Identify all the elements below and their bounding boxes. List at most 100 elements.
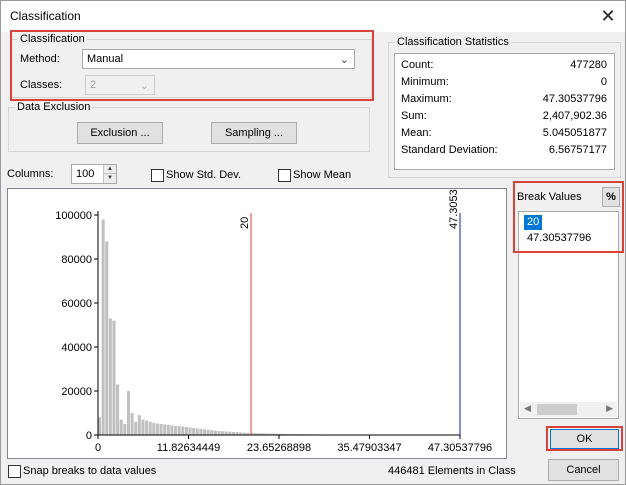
histogram-bar: [134, 421, 138, 435]
stat-key: Count:: [401, 59, 434, 71]
method-dropdown[interactable]: Manual ⌄: [82, 49, 355, 69]
show-mean-label: Show Mean: [293, 169, 352, 181]
stat-key: Mean:: [401, 127, 432, 139]
histogram-bar: [105, 241, 109, 435]
y-tick-label: 100000: [55, 210, 92, 222]
histogram-bar: [126, 391, 130, 435]
histogram-bar: [145, 420, 149, 435]
histogram-bar: [192, 427, 196, 435]
histogram-bar: [148, 421, 152, 435]
histogram-bar: [210, 430, 214, 435]
window-title: Classification: [10, 9, 81, 23]
stat-key: Minimum:: [401, 76, 449, 88]
histogram-bar: [206, 429, 210, 435]
y-tick-label: 0: [86, 430, 92, 442]
scrollbar-thumb[interactable]: [537, 404, 577, 415]
columns-stepper[interactable]: 100 ▲ ▼: [71, 164, 117, 184]
classification-dialog: Classification ✕ Classification Method: …: [0, 0, 626, 485]
histogram-bar: [224, 431, 228, 435]
break-value-item[interactable]: 20: [524, 215, 543, 230]
x-tick-label: 23.65268898: [247, 442, 311, 454]
histogram-bar: [188, 427, 192, 435]
classes-value: 2: [90, 79, 97, 91]
y-tick-label: 60000: [61, 298, 92, 310]
stat-row: Sum: 2,407,902.36: [401, 110, 607, 126]
histogram-bar: [159, 424, 163, 435]
x-tick-label: 35.47903347: [337, 442, 401, 454]
scroll-right-icon[interactable]: ▶: [606, 403, 613, 414]
snap-breaks-checkbox[interactable]: [8, 465, 21, 478]
histogram-bar: [221, 431, 225, 435]
chevron-down-icon: ⌄: [139, 80, 149, 92]
stat-row: Minimum: 0: [401, 76, 607, 92]
histogram-bar: [130, 413, 134, 435]
histogram-bar: [155, 423, 159, 435]
sampling-button[interactable]: Sampling ...: [211, 122, 297, 144]
stat-row: Maximum: 47.30537796: [401, 93, 607, 109]
histogram-bar: [108, 318, 112, 435]
histogram-bar: [195, 428, 199, 435]
title-bar: Classification ✕: [1, 1, 625, 32]
stat-row: Mean: 5.045051877: [401, 127, 607, 143]
horizontal-scrollbar[interactable]: ◀ ▶: [520, 402, 617, 417]
stat-key: Sum:: [401, 110, 427, 122]
elements-in-class-text: 446481 Elements in Class: [388, 465, 516, 477]
percent-button[interactable]: %: [602, 187, 620, 207]
histogram-bar: [101, 219, 105, 435]
histogram-bar: [137, 415, 141, 435]
scroll-left-icon[interactable]: ◀: [524, 403, 531, 414]
histogram-bar: [177, 426, 181, 435]
histogram-bar: [123, 424, 127, 435]
data-exclusion-group-label: Data Exclusion: [15, 101, 93, 113]
histogram-chart[interactable]: 0 20000 40000 60000 80000 100000 0 11.82634449 2…: [8, 189, 506, 458]
show-std-dev-checkbox[interactable]: [151, 169, 164, 182]
show-mean-checkbox[interactable]: [278, 169, 291, 182]
method-value: Manual: [87, 53, 124, 65]
x-tick-label: 11.82634449: [157, 442, 220, 454]
y-tick-label: 20000: [61, 386, 92, 398]
stat-value: 477280: [570, 59, 607, 71]
classes-dropdown[interactable]: 2 ⌄: [85, 75, 155, 95]
spin-up-icon[interactable]: ▲: [103, 165, 116, 174]
histogram-bar: [213, 430, 217, 435]
stat-value: 47.30537796: [542, 93, 607, 105]
histogram-bar: [170, 425, 174, 435]
stat-key: Maximum:: [401, 93, 452, 105]
histogram-plot[interactable]: 0 20000 40000 60000 80000 100000 0 11.82634449 2…: [7, 188, 507, 459]
close-icon[interactable]: ✕: [595, 4, 621, 28]
histogram-bar: [152, 422, 156, 435]
histogram-bar: [199, 428, 203, 435]
stat-value: 2,407,902.36: [542, 110, 607, 122]
stat-row: Count: 477280: [401, 59, 607, 75]
break-values-list[interactable]: 20 47.30537796 ◀ ▶: [518, 211, 619, 419]
statistics-box: Count: 477280 Minimum: 0 Maximum: 47.305…: [394, 53, 615, 170]
stat-row: Standard Deviation: 6.56757177: [401, 144, 607, 160]
method-label: Method:: [20, 53, 60, 65]
break-line-label: 47.30537796: [448, 189, 460, 229]
histogram-bar: [163, 424, 167, 435]
histogram-bar: [141, 419, 145, 435]
histogram-bar: [166, 424, 170, 435]
histogram-bar: [184, 427, 188, 435]
break-line-label: 20: [239, 217, 251, 229]
stat-value: 5.045051877: [542, 127, 607, 139]
show-std-dev-label: Show Std. Dev.: [166, 169, 241, 181]
exclusion-button[interactable]: Exclusion ...: [77, 122, 163, 144]
break-value-item[interactable]: 47.30537796: [524, 231, 594, 246]
snap-breaks-label: Snap breaks to data values: [23, 465, 157, 477]
chevron-down-icon: ⌄: [339, 54, 349, 66]
break-values-label: Break Values: [517, 191, 582, 203]
histogram-bar: [202, 429, 206, 435]
ok-button[interactable]: OK: [550, 429, 619, 449]
spin-down-icon[interactable]: ▼: [103, 174, 116, 183]
cancel-button[interactable]: Cancel: [548, 459, 619, 481]
y-tick-label: 80000: [61, 254, 92, 266]
classes-label: Classes:: [20, 79, 63, 91]
histogram-bar: [112, 320, 116, 435]
y-tick-label: 40000: [61, 342, 92, 354]
histogram-bar: [116, 384, 120, 435]
stat-key: Standard Deviation:: [401, 144, 498, 156]
histogram-bar: [174, 425, 178, 435]
histogram-bar: [181, 426, 185, 435]
stat-value: 6.56757177: [548, 144, 607, 156]
